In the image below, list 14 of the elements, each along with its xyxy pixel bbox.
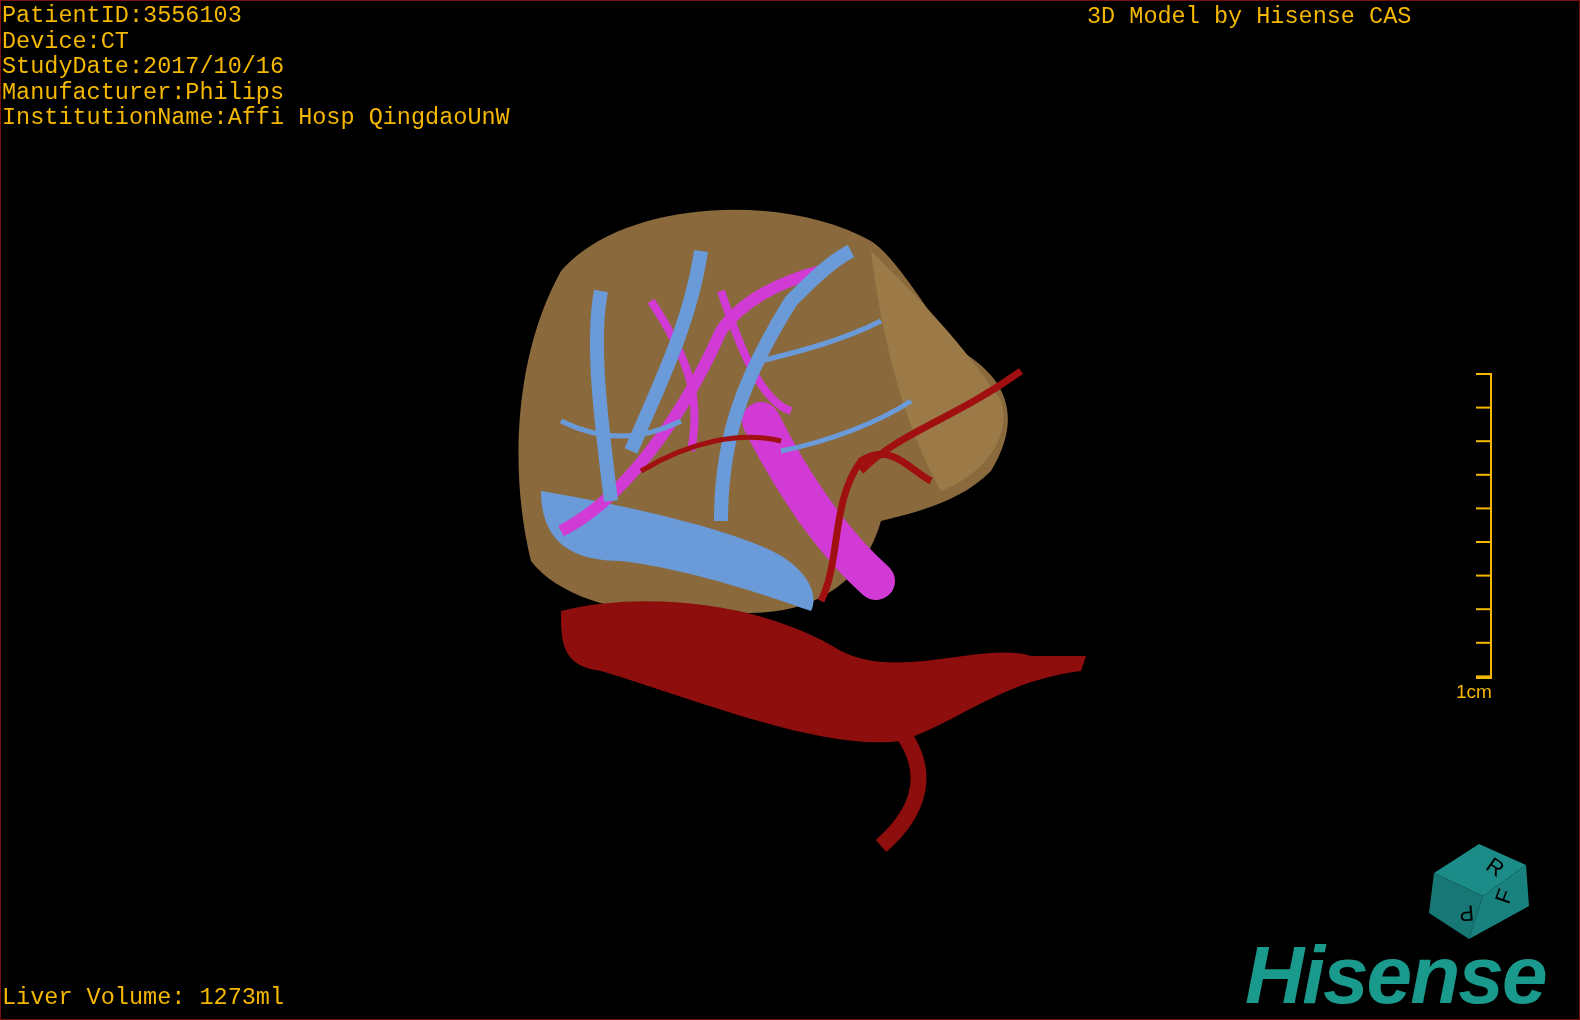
dicom-info-text: Device:CT (2, 28, 129, 54)
scale-label: 1cm (1456, 681, 1492, 703)
credit-text: 3D Model by Hisense CAS (1087, 4, 1412, 30)
cube-face-label: R (1481, 852, 1509, 882)
liver-volume-text: Liver Volume: 1273ml (2, 985, 285, 1011)
cube-face-label: F (1489, 885, 1518, 908)
dicom-info-text: InstitutionName:Affi Hosp QingdaoUnW (2, 105, 510, 131)
dicom-info-text: PatientID:3556103 (2, 3, 242, 29)
orientation-cube-icon[interactable] (1429, 844, 1529, 939)
dicom-info-text: StudyDate:2017/10/16 (2, 54, 285, 80)
3d-viewport[interactable]: R F P PatientID:3556103 Device:CT StudyDate:2017/10/16 Manufacturer:Philips InstitutionName:Affi Hosp QingdaoUnW 3D Model by Hisense CAS 1cm Liver Volume: 1273ml Hisense (0, 0, 1580, 1020)
cube-face-label: P (1458, 900, 1476, 927)
dicom-info-text: Manufacturer:Philips (2, 79, 285, 105)
logo-text: Hisense (1245, 933, 1546, 1017)
